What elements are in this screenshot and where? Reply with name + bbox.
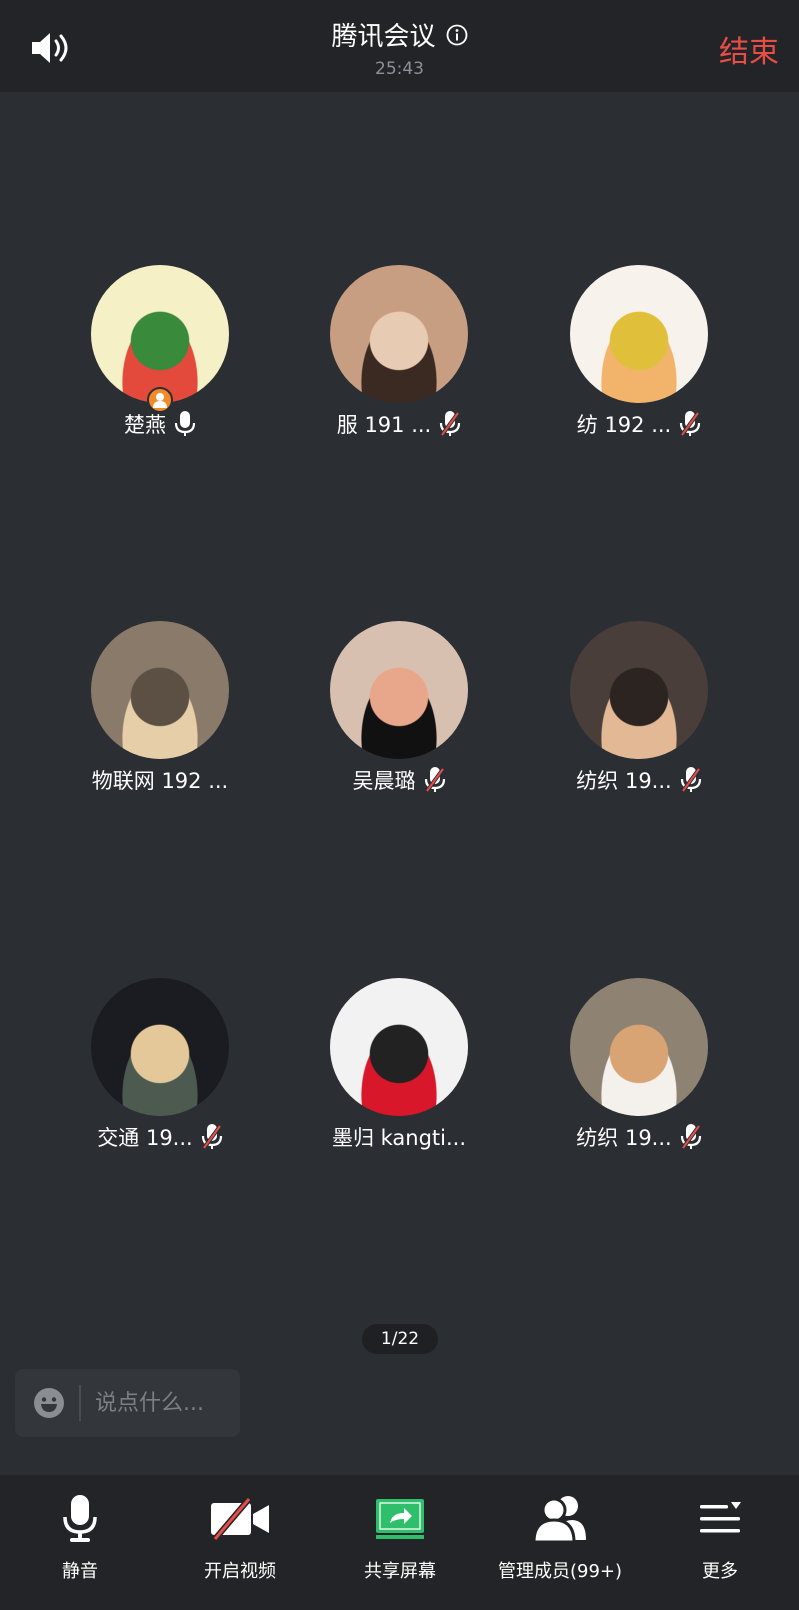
- end-meeting-button[interactable]: 结束: [719, 27, 779, 71]
- share-screen-icon: [376, 1499, 424, 1539]
- manage-members-button[interactable]: 管理成员(99+): [480, 1491, 640, 1583]
- chat-divider: [79, 1385, 81, 1421]
- participant-avatar[interactable]: [570, 621, 708, 759]
- participant-tile[interactable]: 吴晨璐: [279, 621, 519, 795]
- start-video-button[interactable]: 开启视频: [160, 1491, 320, 1583]
- participant-name: 纺织 19...: [576, 1126, 672, 1150]
- avatar-image: [330, 265, 468, 403]
- participant-avatar[interactable]: [570, 265, 708, 403]
- share-screen-button[interactable]: 共享屏幕: [320, 1491, 480, 1583]
- video-off-icon: [211, 1497, 269, 1541]
- participant-name: 墨归 kangti...: [331, 1126, 467, 1150]
- participant-tile[interactable]: 纺织 19...: [519, 621, 759, 795]
- participant-name: 物联网 192 ...: [91, 769, 229, 793]
- page-indicator: 1/22: [362, 1324, 438, 1354]
- bottom-toolbar: 静音 开启视频 共享屏幕 管理成员(99+) 更多: [0, 1475, 799, 1610]
- meeting-title[interactable]: 腾讯会议: [331, 16, 467, 53]
- participant-name-row: 服 191 ...: [279, 409, 519, 439]
- top-bar: 腾讯会议 25:43 结束: [0, 0, 799, 92]
- participant-avatar[interactable]: [91, 621, 229, 759]
- more-menu-icon: [700, 1502, 741, 1533]
- participant-tile[interactable]: 物联网 192 ...: [40, 621, 280, 795]
- participant-tile[interactable]: 服 191 ...: [279, 265, 519, 439]
- participant-avatar[interactable]: [330, 621, 468, 759]
- avatar-image: [570, 978, 708, 1116]
- manage-members-label: 管理成员(99+): [497, 1561, 623, 1582]
- microphone-icon: [63, 1495, 97, 1542]
- emoji-icon[interactable]: [33, 1387, 65, 1419]
- participant-name-row: 墨归 kangti...: [279, 1122, 519, 1152]
- avatar-image: [91, 621, 229, 759]
- participant-avatar[interactable]: [330, 978, 468, 1116]
- participant-avatar[interactable]: [91, 265, 229, 413]
- participant-name: 服 191 ...: [336, 413, 432, 437]
- participant-name: 吴晨璐: [352, 769, 416, 793]
- participant-avatar[interactable]: [330, 265, 468, 403]
- microphone-muted-icon: [201, 1124, 222, 1150]
- participant-name-row: 物联网 192 ...: [40, 765, 280, 795]
- share-screen-label: 共享屏幕: [364, 1561, 436, 1582]
- microphone-muted-icon: [680, 767, 701, 793]
- avatar-image: [570, 265, 708, 403]
- avatar-image: [91, 265, 229, 403]
- members-icon: [532, 1496, 586, 1544]
- meeting-title-text: 腾讯会议: [331, 22, 436, 52]
- microphone-muted-icon: [440, 411, 461, 437]
- participant-name-row: 交通 19...: [40, 1122, 280, 1152]
- microphone-icon: [174, 411, 196, 436]
- participant-name-row: 纺织 19...: [519, 765, 759, 795]
- participant-tile[interactable]: 楚燕: [40, 265, 280, 439]
- chat-input-box[interactable]: [15, 1369, 240, 1437]
- start-video-label: 开启视频: [204, 1561, 276, 1582]
- host-badge-icon: [147, 387, 173, 413]
- microphone-muted-icon: [680, 411, 701, 437]
- participant-tile[interactable]: 纺织 19...: [519, 978, 759, 1152]
- more-button[interactable]: 更多: [640, 1491, 799, 1583]
- meeting-title-area: 腾讯会议 25:43: [0, 16, 799, 79]
- avatar-image: [570, 621, 708, 759]
- mute-button[interactable]: 静音: [0, 1491, 160, 1583]
- avatar-image: [91, 978, 229, 1116]
- chat-input[interactable]: [95, 1390, 235, 1416]
- meeting-timer: 25:43: [375, 59, 424, 79]
- participant-name-row: 吴晨璐: [279, 765, 519, 795]
- avatar-image: [330, 621, 468, 759]
- microphone-muted-icon: [680, 1124, 701, 1150]
- participant-name: 纺织 19...: [576, 769, 672, 793]
- more-label: 更多: [702, 1561, 738, 1582]
- participant-name-row: 纺织 19...: [519, 1122, 759, 1152]
- participant-avatar[interactable]: [570, 978, 708, 1116]
- participant-name: 纺 192 ...: [576, 413, 672, 437]
- mute-label: 静音: [62, 1561, 98, 1582]
- microphone-muted-icon: [424, 767, 445, 793]
- info-icon[interactable]: [446, 24, 468, 46]
- participant-name: 交通 19...: [97, 1126, 193, 1150]
- participant-tile[interactable]: 纺 192 ...: [519, 265, 759, 439]
- participant-tile[interactable]: 墨归 kangti...: [279, 978, 519, 1152]
- avatar-image: [330, 978, 468, 1116]
- participant-avatar[interactable]: [91, 978, 229, 1116]
- participant-name-row: 纺 192 ...: [519, 409, 759, 439]
- participant-tile[interactable]: 交通 19...: [40, 978, 280, 1152]
